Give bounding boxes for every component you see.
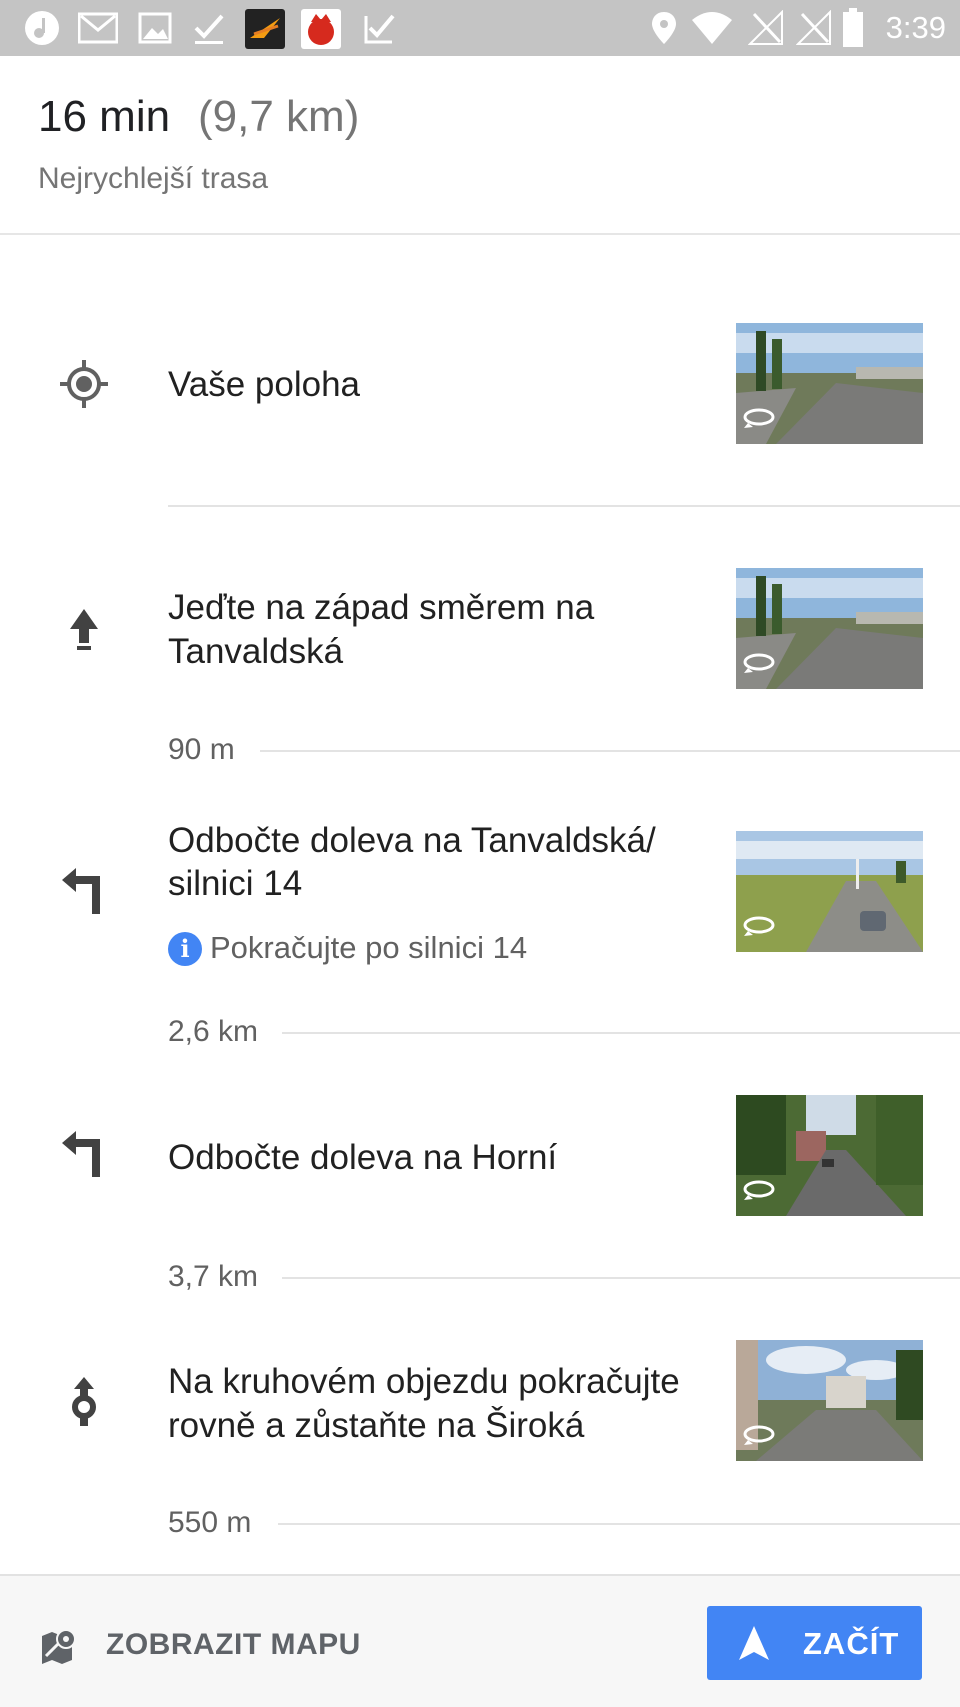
status-bar: 3:39 — [0, 0, 960, 56]
street-view-thumbnail[interactable] — [736, 831, 923, 952]
step-distance: 550 m — [168, 1506, 252, 1539]
rotate-360-icon — [743, 916, 775, 936]
route-duration: 16 min — [38, 92, 171, 141]
checkmark-app-icon — [364, 14, 395, 44]
show-map-label: ZOBRAZIT MAPU — [106, 1628, 361, 1661]
app-swift-icon — [245, 9, 285, 49]
street-view-thumbnail[interactable] — [736, 568, 923, 689]
rotate-360-icon — [743, 408, 775, 428]
battery-icon — [843, 8, 863, 47]
street-view-thumbnail[interactable] — [736, 1340, 923, 1461]
rotate-360-icon — [743, 1425, 775, 1445]
step-text: Vaše poloha — [168, 365, 361, 404]
gmail-icon — [78, 12, 118, 44]
step-text-line-1: Odbočte doleva na Tanvaldská/ — [168, 821, 656, 860]
tasks-check-icon — [194, 14, 224, 44]
rotate-360-icon — [743, 1180, 775, 1200]
music-icon — [25, 11, 59, 45]
roundabout-straight-icon — [72, 1377, 96, 1426]
info-icon: i — [168, 932, 202, 966]
divider — [282, 1277, 960, 1279]
street-view-thumbnail[interactable] — [736, 1095, 923, 1216]
antutu-icon — [301, 9, 341, 49]
show-map-button[interactable]: ZOBRAZIT MAPU — [38, 1616, 378, 1676]
route-type: Nejrychlejší trasa — [38, 162, 269, 195]
step-note-text: Pokračujte po silnici 14 — [210, 930, 528, 965]
start-label: ZAČÍT — [803, 1626, 900, 1661]
wifi-icon — [692, 12, 732, 44]
rotate-360-icon — [743, 653, 775, 673]
divider — [168, 505, 960, 507]
my-location-icon — [60, 360, 108, 408]
step-distance: 3,7 km — [168, 1260, 259, 1293]
step-text-line-2: rovně a zůstaňte na Široká — [168, 1406, 585, 1445]
street-view-thumbnail[interactable] — [736, 323, 923, 444]
map-icon — [42, 1629, 76, 1664]
step-distance: 90 m — [168, 733, 235, 766]
divider — [282, 1032, 960, 1034]
gallery-icon — [138, 12, 172, 44]
location-icon — [652, 12, 676, 44]
step-text-line-1: Na kruhovém objezdu pokračujte — [168, 1362, 680, 1401]
start-navigation-button[interactable]: ZAČÍT — [707, 1606, 922, 1680]
navigation-arrow-icon — [739, 1626, 769, 1660]
step-text: Odbočte doleva na Horní — [168, 1138, 558, 1177]
step-distance: 2,6 km — [168, 1015, 259, 1048]
divider — [278, 1523, 960, 1525]
turn-left-icon — [62, 1131, 100, 1177]
step-text-line-2: Tanvaldská — [168, 632, 344, 671]
bottom-action-bar: ZOBRAZIT MAPU ZAČÍT — [0, 1574, 960, 1707]
signal-off-icon — [748, 10, 783, 45]
turn-left-icon — [62, 868, 100, 914]
step-text-line-2: silnici 14 — [168, 864, 303, 903]
route-distance: (9,7 km) — [198, 92, 360, 141]
divider — [260, 750, 960, 752]
signal-off-icon — [796, 10, 831, 45]
clock: 3:39 — [885, 10, 946, 45]
route-summary: 16 min (9,7 km) Nejrychlejší trasa — [0, 56, 960, 235]
step-text-line-1: Jeďte na západ směrem na — [168, 588, 595, 627]
straight-arrow-icon — [70, 609, 98, 650]
